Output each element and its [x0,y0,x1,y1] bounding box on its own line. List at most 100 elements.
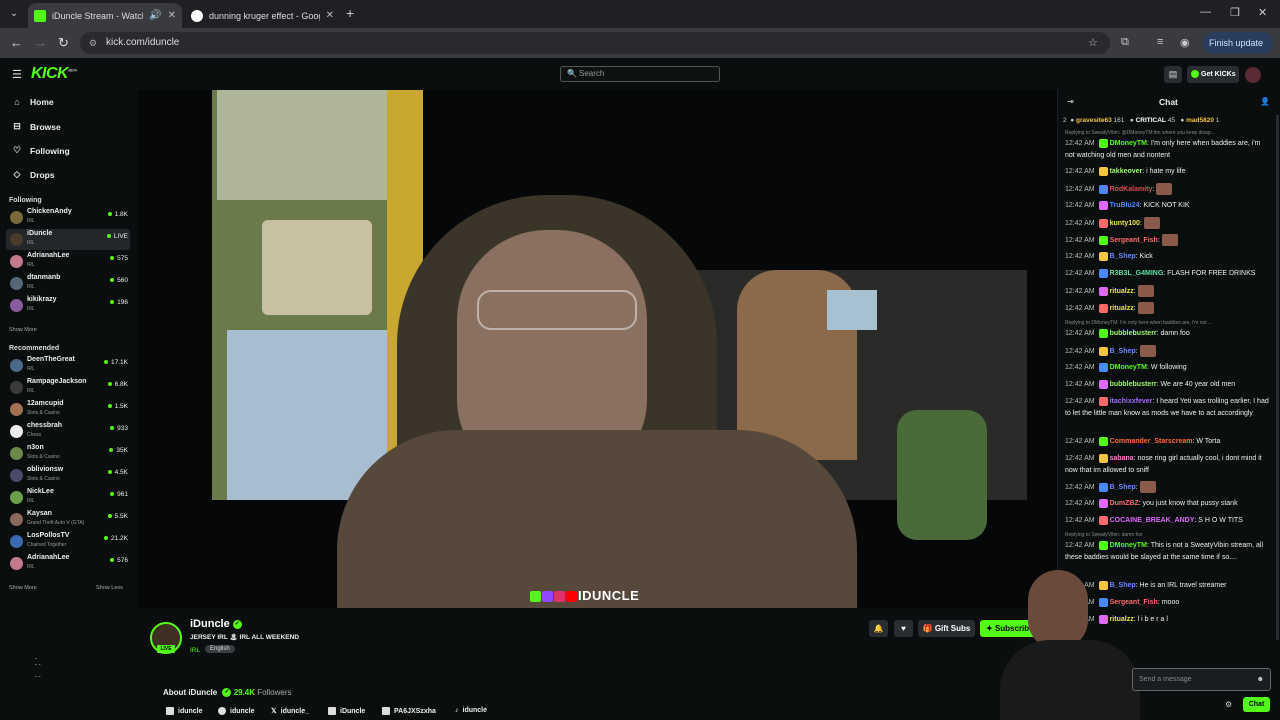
sidebar-channel-kaysan[interactable]: Kaysan Grand Theft Auto V (GTA) 5.5K [6,509,130,530]
chat-username[interactable]: Commander_Starscream [1110,438,1193,445]
sidebar-channel-adrianahlee[interactable]: AdrianahLee IRL 575 [6,251,130,272]
chat-username[interactable]: COCAINE_BREAK_ANDY [1110,517,1195,524]
chat-username[interactable]: TruBlu24 [1110,202,1140,209]
leaderboard-bar: 2 ● gravesite63 161 ● CRITICAL 45 ● mad5… [1063,117,1220,124]
streamer-name[interactable]: iDuncle ✓ [190,618,242,630]
search-input[interactable]: 🔍 Search [560,66,720,82]
sidebar-channel-dtanmanb[interactable]: dtanmanb IRL 560 [6,273,130,294]
chat-message: 12:42 AM TruBlu24: KICK NOT KIK [1065,200,1190,210]
sidebar-channel-chessbrah[interactable]: chessbrah Chess 933 [6,421,130,442]
chat-username[interactable]: Sergeant_Fish [1110,237,1158,244]
sidebar-channel-oblivionsw[interactable]: oblivionsw Slots & Casino 4.5K [6,465,130,486]
chat-username[interactable]: B_Shep [1110,484,1136,491]
chat-username[interactable]: B_Shep [1110,253,1136,260]
chat-input[interactable]: Send a message ☻ [1132,668,1271,691]
reload-icon[interactable]: ↻ [58,35,69,51]
social-link-kick[interactable]: iduncle [166,707,203,715]
sidebar-channel-n3on[interactable]: n3on Slots & Casino 35K [6,443,130,464]
minimize-icon[interactable]: — [1200,6,1211,18]
close-tab-icon[interactable]: ✕ [168,10,176,21]
chat-username[interactable]: bubblebusterr [1110,330,1157,337]
close-tab-icon[interactable]: ✕ [326,10,334,21]
kick-logo[interactable]: KICKBETA [31,65,77,83]
chat-username[interactable]: R3B3L_G4MING [1110,270,1164,277]
tab-google[interactable]: dunning kruger effect - Google ✕ [185,3,340,28]
extensions-icon[interactable]: ⧉ [1121,36,1129,49]
sidebar-nav-home[interactable]: ⌂ Home [12,97,53,107]
language-tag[interactable]: English [205,645,235,653]
chat-settings-gear-icon[interactable]: ⚙ [1225,700,1232,709]
channel-name: oblivionsw [27,466,64,473]
new-tab-icon[interactable]: + [346,5,354,21]
chat-username[interactable]: DMoneyTM [1110,140,1147,147]
back-icon[interactable]: ← [10,35,23,50]
chat-username[interactable]: itachixxfever [1110,398,1153,405]
sidebar-channel-rampagejackson[interactable]: RampageJackson IRL 6.8K [6,377,130,398]
social-link-discord[interactable]: PA6JXSzxha [382,707,436,715]
verified-icon: ✓ [232,619,242,629]
close-window-icon[interactable]: ✕ [1258,6,1267,19]
notification-bell-icon[interactable]: 🔔 [869,620,888,637]
chat-username[interactable]: B_Shep [1110,348,1136,355]
social-link-instagram[interactable]: iduncle [218,707,255,715]
live-dot-icon [110,300,115,305]
tab-iduncle[interactable]: iDuncle Stream - Watch Live 🔊 ✕ [28,3,182,28]
chat-text: mooo [1161,599,1180,606]
sidebar-nav-browse[interactable]: ⊟ Browse [12,121,61,132]
gift-subs-button[interactable]: 🎁 Gift Subs [918,620,975,637]
video-player[interactable]: IDUNCLE [137,90,1057,608]
chat-username[interactable]: ritualzz [1110,305,1134,312]
collapse-chat-icon[interactable]: ⇥ [1067,97,1074,106]
chat-users-icon[interactable]: 👤 [1260,97,1270,106]
chat-username[interactable]: ritualzz [1110,288,1134,295]
menu-icon[interactable]: ☰ [12,68,22,81]
show-less-button[interactable]: Show Less [96,585,123,591]
chat-username[interactable]: RodKalamity [1110,186,1153,193]
sidebar-channel-12amcupid[interactable]: 12amcupid Slots & Casino 1.5K [6,399,130,420]
site-info-icon[interactable]: ⚙ [89,32,97,54]
sidebar-channel-nicklee[interactable]: NickLee IRL 961 [6,487,130,508]
user-avatar[interactable] [1245,67,1261,83]
library-icon[interactable]: ▤ [1164,66,1182,83]
sidebar-channel-iduncle[interactable]: iDuncle IRL LIVE [6,229,130,250]
sidebar-channel-deenthegreat[interactable]: DeenTheGreat IRL 17.1K [6,355,130,376]
sidebar-nav-drops[interactable]: ◇ Drops [12,169,55,180]
chat-reply-context[interactable]: Replying to SweatyVibin: @DMoneyTM tim w… [1065,130,1270,136]
channel-category: IRL [27,306,35,312]
chat-username[interactable]: kunty100 [1110,220,1140,227]
sidebar-channel-adrianahlee[interactable]: AdrianahLee IRL 576 [6,553,130,574]
forward-icon[interactable]: → [34,35,47,50]
show-more-following-button[interactable]: Show More [9,327,37,333]
bookmark-star-icon[interactable]: ☆ [1088,36,1098,49]
url-bar[interactable]: ⚙ kick.com/iduncle [80,32,1110,54]
media-controls-icon[interactable]: ≡ [1157,36,1163,48]
stream-category[interactable]: IRL [190,647,200,654]
live-dot-icon [107,212,112,217]
chat-username[interactable]: sabana [1110,455,1134,462]
chat-username[interactable]: takkeover [1110,168,1143,175]
chat-username[interactable]: DMoneyTM [1110,542,1147,549]
sidebar-channel-lospollostv[interactable]: LosPollosTV Chained Together 21.2K [6,531,130,552]
sidebar-nav-following[interactable]: ♡ Following [12,145,70,156]
finish-update-button[interactable]: Finish update ⋮ [1203,32,1273,70]
social-link-youtube[interactable]: iDuncle [328,707,365,715]
chat-username[interactable]: bubblebusterr [1110,381,1157,388]
send-chat-button[interactable]: Chat [1243,697,1270,712]
show-more-recommended-button[interactable]: Show More [9,585,37,591]
follow-heart-icon[interactable]: ♥ [894,620,913,637]
sidebar-channel-chickenandy[interactable]: ChickenAndy IRL 1.8K [6,207,130,228]
maximize-icon[interactable]: ❐ [1230,6,1240,19]
chat-reply-context[interactable]: Replying to DMoneyTM: I'm only here when… [1065,320,1270,326]
chat-scrollbar[interactable] [1276,115,1279,640]
emoji-icon[interactable]: ☻ [1257,669,1264,690]
profile-icon[interactable]: ◉ [1180,36,1190,49]
tab-search-chevron-icon[interactable]: ⌄ [6,6,22,22]
chat-username[interactable]: DumZBZ [1110,500,1139,507]
chat-reply-context[interactable]: Replying to SweatyVibin: damn foo [1065,532,1270,538]
chat-username[interactable]: DMoneyTM [1110,364,1147,371]
social-link-x[interactable]: 𝕏iduncle_ [271,707,309,716]
social-link-tiktok[interactable]: ♪ iduncle [455,707,487,714]
get-kicks-button[interactable]: Get KICKs [1187,66,1239,83]
speaker-icon[interactable]: 🔊 [149,10,161,21]
sidebar-channel-kikikrazy[interactable]: kikikrazy IRL 196 [6,295,130,316]
